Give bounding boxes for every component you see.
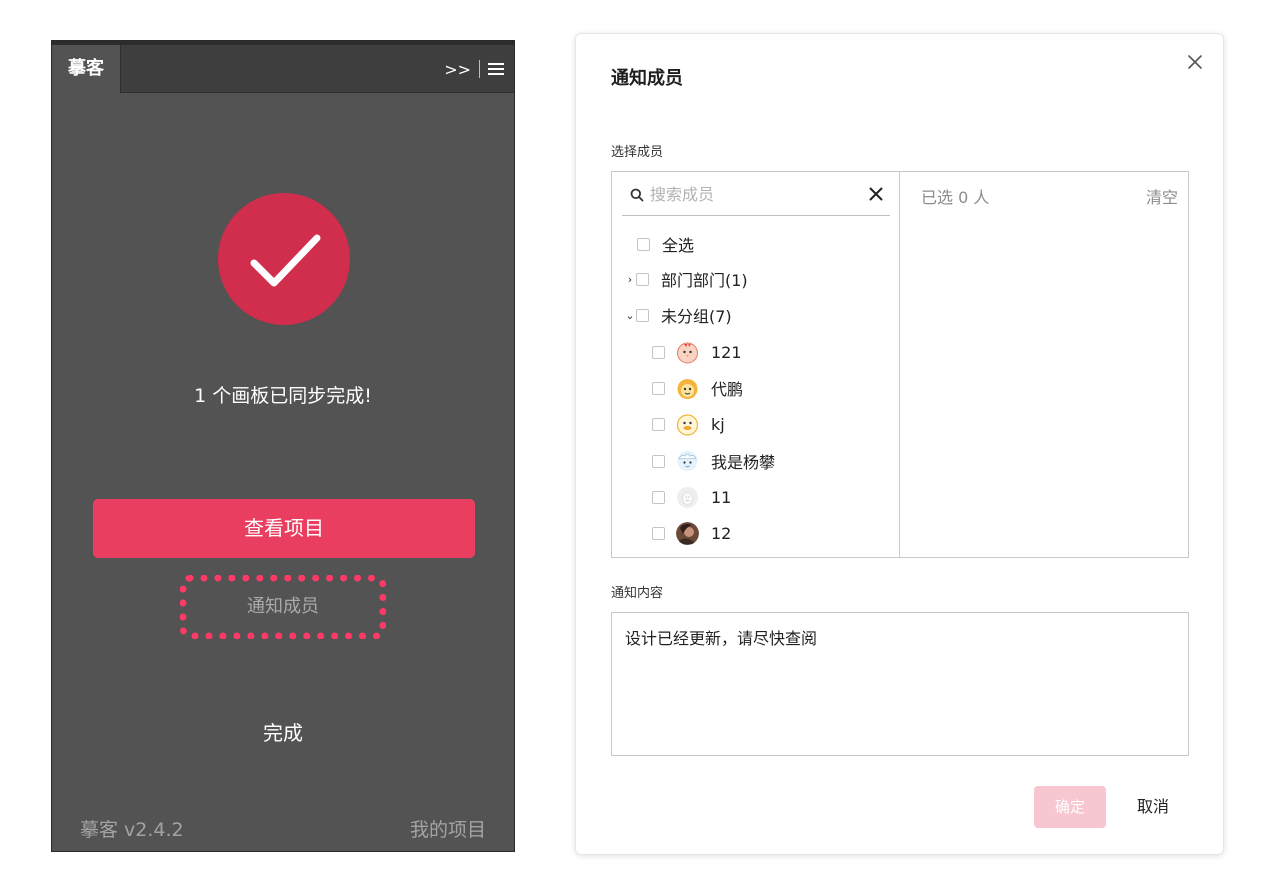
panel-tab-bar: 摹客 >> — [52, 45, 514, 93]
member-row[interactable]: kj — [652, 412, 725, 436]
group-row[interactable]: ⌄ 未分组(7) — [624, 303, 732, 327]
content-label: 通知内容 — [611, 586, 664, 601]
done-button[interactable]: 完成 — [52, 717, 514, 746]
menu-icon[interactable] — [488, 63, 504, 75]
plugin-panel: 摹客 >> 1 个画板已同步完成! 查看项目 通知成员 完成 摹客 v2.4.2… — [51, 40, 515, 852]
confirm-button[interactable]: 确定 — [1034, 786, 1106, 828]
success-icon — [218, 193, 350, 325]
clear-selection-button[interactable]: 清空 — [1146, 184, 1178, 208]
member-row[interactable]: 我是杨攀 — [652, 449, 775, 473]
member-name: 121 — [711, 342, 742, 362]
sheep-avatar-icon — [676, 450, 699, 473]
search-icon — [630, 187, 644, 206]
panel-tools: >> — [444, 45, 504, 93]
chevron-down-icon[interactable]: ⌄ — [624, 309, 636, 322]
select-all-label: 全选 — [662, 236, 695, 255]
member-list-pane: 全选 › 部门部门(1) ⌄ 未分组(7) 121 — [612, 172, 900, 557]
cancel-button[interactable]: 取消 — [1125, 786, 1181, 828]
member-picker: 全选 › 部门部门(1) ⌄ 未分组(7) 121 — [611, 171, 1189, 558]
monkey-avatar-icon — [676, 377, 699, 400]
member-row[interactable]: 12 — [652, 521, 731, 545]
clear-search-icon[interactable] — [868, 186, 884, 202]
member-name: kj — [711, 414, 725, 434]
selected-count: 已选 0 人 — [921, 188, 990, 207]
group-checkbox[interactable] — [636, 308, 649, 322]
group-label: 部门部门(1) — [661, 271, 748, 290]
notification-content-input[interactable]: 设计已经更新，请尽快查阅 — [611, 612, 1189, 756]
notify-members-button[interactable]: 通知成员 — [180, 575, 386, 639]
notify-members-dialog: 通知成员 选择成员 全选 › 部门 — [575, 33, 1224, 855]
select-members-label: 选择成员 — [611, 145, 664, 160]
sync-complete-message: 1 个画板已同步完成! — [194, 385, 372, 407]
divider — [479, 60, 480, 78]
member-checkbox[interactable] — [652, 417, 665, 431]
chevron-right-icon[interactable]: › — [624, 273, 636, 286]
dialog-title: 通知成员 — [611, 68, 683, 89]
search-input[interactable] — [650, 181, 850, 207]
member-name: 代鹏 — [711, 380, 744, 399]
member-row[interactable]: 代鹏 — [652, 376, 743, 400]
duck-avatar-icon — [676, 413, 699, 436]
select-all-row[interactable]: 全选 — [637, 232, 694, 256]
group-checkbox[interactable] — [636, 272, 649, 286]
close-icon[interactable] — [1185, 52, 1205, 72]
group-label: 未分组(7) — [661, 307, 732, 326]
member-checkbox[interactable] — [652, 381, 665, 395]
egg-avatar-icon — [676, 486, 699, 509]
expand-icon[interactable]: >> — [444, 60, 471, 79]
member-checkbox[interactable] — [652, 490, 665, 504]
view-project-button[interactable]: 查看项目 — [93, 499, 475, 558]
member-name: 11 — [711, 487, 732, 507]
search-bar — [622, 172, 890, 216]
member-name: 12 — [711, 523, 732, 543]
member-checkbox[interactable] — [652, 526, 665, 540]
select-all-checkbox[interactable] — [637, 237, 650, 251]
member-checkbox[interactable] — [652, 345, 665, 359]
member-row[interactable]: 121 — [652, 340, 742, 364]
member-name: 我是杨攀 — [711, 453, 776, 472]
group-row[interactable]: › 部门部门(1) — [624, 267, 748, 291]
member-checkbox[interactable] — [652, 454, 665, 468]
member-row[interactable]: 11 — [652, 485, 731, 509]
my-projects-link[interactable]: 我的项目 — [410, 815, 486, 842]
version-label: 摹客 v2.4.2 — [80, 819, 184, 841]
tab-moke[interactable]: 摹客 — [52, 45, 121, 93]
chicken-avatar-icon — [676, 341, 699, 364]
photo-avatar-icon — [676, 521, 699, 545]
